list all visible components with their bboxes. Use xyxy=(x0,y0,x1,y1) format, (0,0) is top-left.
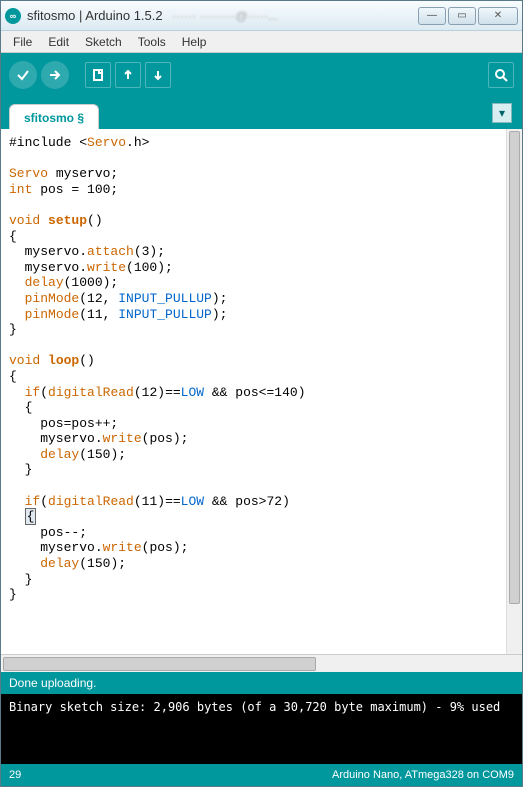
console-line: Binary sketch size: 2,906 bytes (of a 30… xyxy=(9,700,514,714)
check-icon xyxy=(15,67,31,83)
serial-monitor-button[interactable] xyxy=(488,62,514,88)
menu-sketch[interactable]: Sketch xyxy=(79,33,128,51)
console-output[interactable]: Binary sketch size: 2,906 bytes (of a 30… xyxy=(1,694,522,764)
toolbar xyxy=(1,53,522,97)
arrow-right-icon xyxy=(47,67,63,83)
menu-edit[interactable]: Edit xyxy=(42,33,75,51)
line-number-indicator: 29 xyxy=(9,769,21,781)
arduino-logo-icon: ∞ xyxy=(5,8,21,24)
save-button[interactable] xyxy=(145,62,171,88)
minimize-button[interactable]: — xyxy=(418,7,446,25)
serial-monitor-icon xyxy=(494,68,508,82)
menu-file[interactable]: File xyxy=(7,33,38,51)
arrow-down-icon xyxy=(151,68,165,82)
tabs-dropdown-button[interactable]: ▾ xyxy=(492,103,512,123)
vertical-scrollbar-thumb[interactable] xyxy=(509,131,520,604)
matched-brace: { xyxy=(25,508,37,525)
titlebar[interactable]: ∞ sfitosmo | Arduino 1.5.2 ······ ······… xyxy=(1,1,522,31)
new-button[interactable] xyxy=(85,62,111,88)
tabstrip: sfitosmo § ▾ xyxy=(1,97,522,129)
horizontal-scrollbar-thumb[interactable] xyxy=(3,657,316,671)
board-port-indicator: Arduino Nano, ATmega328 on COM9 xyxy=(332,769,514,781)
menu-help[interactable]: Help xyxy=(176,33,213,51)
maximize-button[interactable]: ▭ xyxy=(448,7,476,25)
upload-button[interactable] xyxy=(41,61,69,89)
code-content[interactable]: #include <Servo.h> Servo myservo; int po… xyxy=(9,135,514,603)
code-editor[interactable]: #include <Servo.h> Servo myservo; int po… xyxy=(1,129,522,654)
menu-tools[interactable]: Tools xyxy=(132,33,172,51)
title-blurred-extra: ······ ·········@·····... xyxy=(172,9,277,23)
app-window: ∞ sfitosmo | Arduino 1.5.2 ······ ······… xyxy=(0,0,523,787)
window-controls: — ▭ ✕ xyxy=(418,7,518,25)
file-new-icon xyxy=(91,68,105,82)
menubar: File Edit Sketch Tools Help xyxy=(1,31,522,53)
verify-button[interactable] xyxy=(9,61,37,89)
horizontal-scrollbar[interactable] xyxy=(1,654,522,672)
statusbar: 29 Arduino Nano, ATmega328 on COM9 xyxy=(1,764,522,786)
vertical-scrollbar[interactable] xyxy=(506,129,522,654)
window-title: sfitosmo | Arduino 1.5.2 ······ ········… xyxy=(27,8,418,23)
close-button[interactable]: ✕ xyxy=(478,7,518,25)
open-button[interactable] xyxy=(115,62,141,88)
status-upload-bar: Done uploading. xyxy=(1,672,522,694)
title-text: sfitosmo | Arduino 1.5.2 xyxy=(27,8,163,23)
tab-sfitosmo[interactable]: sfitosmo § xyxy=(9,104,99,129)
arrow-up-icon xyxy=(121,68,135,82)
